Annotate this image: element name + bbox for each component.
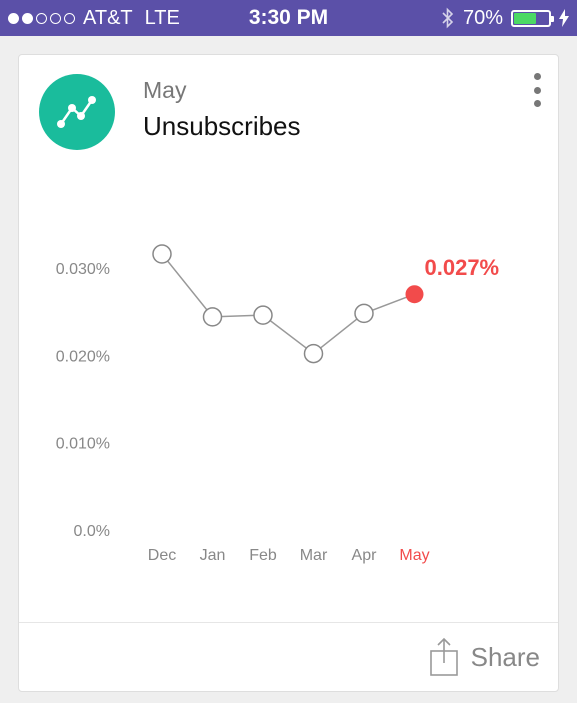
charging-bolt-icon [559, 9, 569, 27]
y-tick-label: 0.0% [74, 523, 110, 540]
y-tick-label: 0.010% [56, 436, 110, 453]
x-tick-label: Jan [200, 547, 226, 564]
metric-card: May Unsubscribes 0.030% 0.020% 0.010% 0.0% D… [18, 54, 559, 692]
data-point [354, 303, 374, 324]
share-icon [429, 637, 458, 676]
y-tick-label: 0.020% [56, 348, 110, 365]
footer-divider [19, 622, 558, 623]
highlight-value-label: 0.027% [425, 255, 500, 280]
series-line [161, 253, 415, 355]
data-point [152, 244, 172, 264]
share-label: Share [470, 641, 540, 672]
x-tick-label: Mar [300, 547, 328, 564]
bluetooth-icon [442, 7, 454, 29]
highlight-point [405, 285, 424, 304]
status-bar: AT&T LTE 3:30 PM 70% [0, 0, 577, 36]
battery-icon [511, 9, 554, 27]
x-tick-label: Dec [148, 547, 176, 564]
share-button[interactable]: Share [429, 634, 540, 680]
data-point [253, 305, 273, 325]
data-point [303, 343, 324, 364]
x-tick-label: Feb [249, 547, 277, 564]
y-tick-label: 0.030% [56, 261, 110, 278]
data-point [202, 307, 223, 327]
x-tick-label: Apr [352, 547, 378, 564]
x-tick-label: May [399, 547, 429, 564]
line-chart: 0.030% 0.020% 0.010% 0.0% Dec Jan Feb Mar Apr May… [56, 244, 500, 564]
battery-percentage: 70% [462, 6, 503, 29]
